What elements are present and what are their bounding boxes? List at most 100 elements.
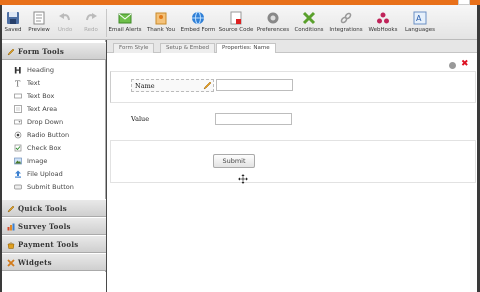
email-alerts-button[interactable]: Email Alerts — [108, 5, 142, 40]
tool-label: Heading — [27, 66, 55, 74]
heading-icon: H — [14, 67, 22, 75]
tool-label: Image — [27, 157, 48, 165]
source-code-label: Source Code — [218, 27, 254, 33]
tool-submit-button[interactable]: Submit Button — [14, 181, 104, 193]
survey-tools-header[interactable]: Survey Tools — [2, 217, 106, 235]
widgets-header[interactable]: Widgets — [2, 253, 106, 271]
tab-properties-name[interactable]: Properties: Name — [216, 43, 276, 53]
undo-label: Undo — [57, 27, 73, 33]
name-label: Name — [135, 82, 155, 90]
text-box-icon — [14, 93, 22, 99]
integrations-label: Integrations — [329, 27, 363, 33]
thank-you-icon — [155, 12, 167, 25]
svg-text:T: T — [15, 80, 21, 88]
payment-icon — [7, 242, 15, 249]
thank-you-button[interactable]: Thank You — [144, 5, 178, 40]
source-code-button[interactable]: Source Code — [218, 5, 254, 40]
preferences-label: Preferences — [256, 27, 290, 33]
file-upload-icon — [15, 170, 21, 178]
email-alerts-icon — [118, 13, 132, 24]
tool-label: Submit Button — [27, 183, 74, 191]
preview-icon — [33, 11, 45, 25]
tab-setup-embed[interactable]: Setup & Embed — [160, 43, 215, 53]
toolbar-separator — [106, 9, 107, 37]
webhooks-label: WebHooks — [368, 27, 398, 33]
value-input[interactable] — [215, 113, 292, 125]
undo-button[interactable]: Undo — [54, 5, 76, 40]
tool-radio-button[interactable]: Radio Button — [14, 129, 104, 141]
tool-label: Text — [27, 79, 41, 87]
tool-file-upload[interactable]: File Upload — [14, 168, 104, 180]
webhooks-button[interactable]: WebHooks — [366, 5, 400, 40]
check-box-icon — [14, 144, 22, 152]
tab-form-style[interactable]: Form Style — [113, 43, 155, 53]
integrations-icon — [340, 12, 352, 24]
payment-tools-title: Payment Tools — [18, 240, 79, 249]
drop-down-icon — [14, 119, 22, 125]
tool-image[interactable]: Image — [14, 155, 104, 167]
webhooks-icon — [377, 12, 389, 24]
field-settings-icon[interactable] — [449, 62, 456, 69]
preview-label: Preview — [28, 27, 50, 33]
embed-form-button[interactable]: Embed Form — [180, 5, 216, 40]
name-label-editor[interactable]: Name — [131, 79, 214, 92]
languages-label: Languages — [404, 27, 435, 33]
text-area-icon — [14, 105, 22, 113]
survey-tools-title: Survey Tools — [18, 222, 71, 231]
embed-form-icon — [192, 11, 204, 25]
redo-label: Redo — [84, 27, 98, 33]
form-tools-title: Form Tools — [18, 47, 65, 56]
radio-button-icon — [14, 131, 22, 139]
save-button[interactable]: Saved — [2, 5, 24, 40]
preview-button[interactable]: Preview — [26, 5, 52, 40]
chart-icon — [7, 223, 15, 231]
email-alerts-label: Email Alerts — [108, 27, 142, 33]
languages-button[interactable]: A Languages — [402, 5, 438, 40]
undo-icon — [59, 13, 70, 21]
preferences-button[interactable]: Preferences — [256, 5, 290, 40]
conditions-button[interactable]: Conditions — [292, 5, 326, 40]
tool-label: Drop Down — [27, 118, 64, 126]
form-canvas: Form Style Setup & Embed Properties: Nam… — [107, 40, 477, 292]
tool-heading[interactable]: H Heading — [14, 64, 104, 76]
redo-button[interactable]: Redo — [80, 5, 102, 40]
embed-form-label: Embed Form — [180, 27, 216, 33]
tool-label: Radio Button — [27, 131, 70, 139]
field-controls: ✖ — [449, 60, 471, 70]
tool-text-area[interactable]: Text Area — [14, 103, 104, 115]
source-code-icon — [230, 11, 242, 25]
delete-field-icon[interactable]: ✖ — [461, 60, 469, 69]
tool-drop-down[interactable]: Drop Down — [14, 116, 104, 128]
widgets-icon — [7, 259, 15, 267]
integrations-button[interactable]: Integrations — [328, 5, 364, 40]
form-line-value[interactable]: Value — [110, 108, 476, 134]
form-line-submit[interactable]: Submit — [110, 140, 476, 183]
payment-tools-header[interactable]: Payment Tools — [2, 235, 106, 253]
pencil-icon — [7, 48, 15, 56]
name-input[interactable] — [216, 79, 293, 91]
toolbar: Saved Preview Undo Redo Email Alerts Tha… — [2, 5, 477, 40]
tool-text[interactable]: T Text — [14, 77, 104, 89]
redo-icon — [86, 13, 97, 21]
submit-button[interactable]: Submit — [213, 154, 255, 168]
svg-text:H: H — [14, 67, 22, 75]
sidebar-empty-area — [2, 272, 106, 292]
quick-tools-title: Quick Tools — [18, 204, 68, 213]
tool-check-box[interactable]: Check Box — [14, 142, 104, 154]
languages-icon: A — [413, 11, 427, 25]
svg-text:A: A — [416, 14, 422, 23]
form-tools-header[interactable]: Form Tools — [2, 42, 106, 60]
conditions-label: Conditions — [294, 27, 324, 33]
thank-you-label: Thank You — [146, 27, 176, 33]
form-line-name[interactable]: Name — [110, 71, 476, 103]
move-cursor-icon — [238, 174, 248, 184]
tab-bar: Form Style Setup & Embed Properties: Nam… — [107, 40, 477, 53]
tool-label: Check Box — [27, 144, 62, 152]
quick-tools-header[interactable]: Quick Tools — [2, 199, 106, 217]
submit-button-icon — [14, 184, 22, 190]
edit-pencil-icon[interactable] — [203, 81, 212, 90]
tool-label: Text Area — [27, 105, 58, 113]
image-icon — [14, 157, 22, 165]
pencil-icon — [7, 205, 15, 213]
tool-text-box[interactable]: Text Box — [14, 90, 104, 102]
